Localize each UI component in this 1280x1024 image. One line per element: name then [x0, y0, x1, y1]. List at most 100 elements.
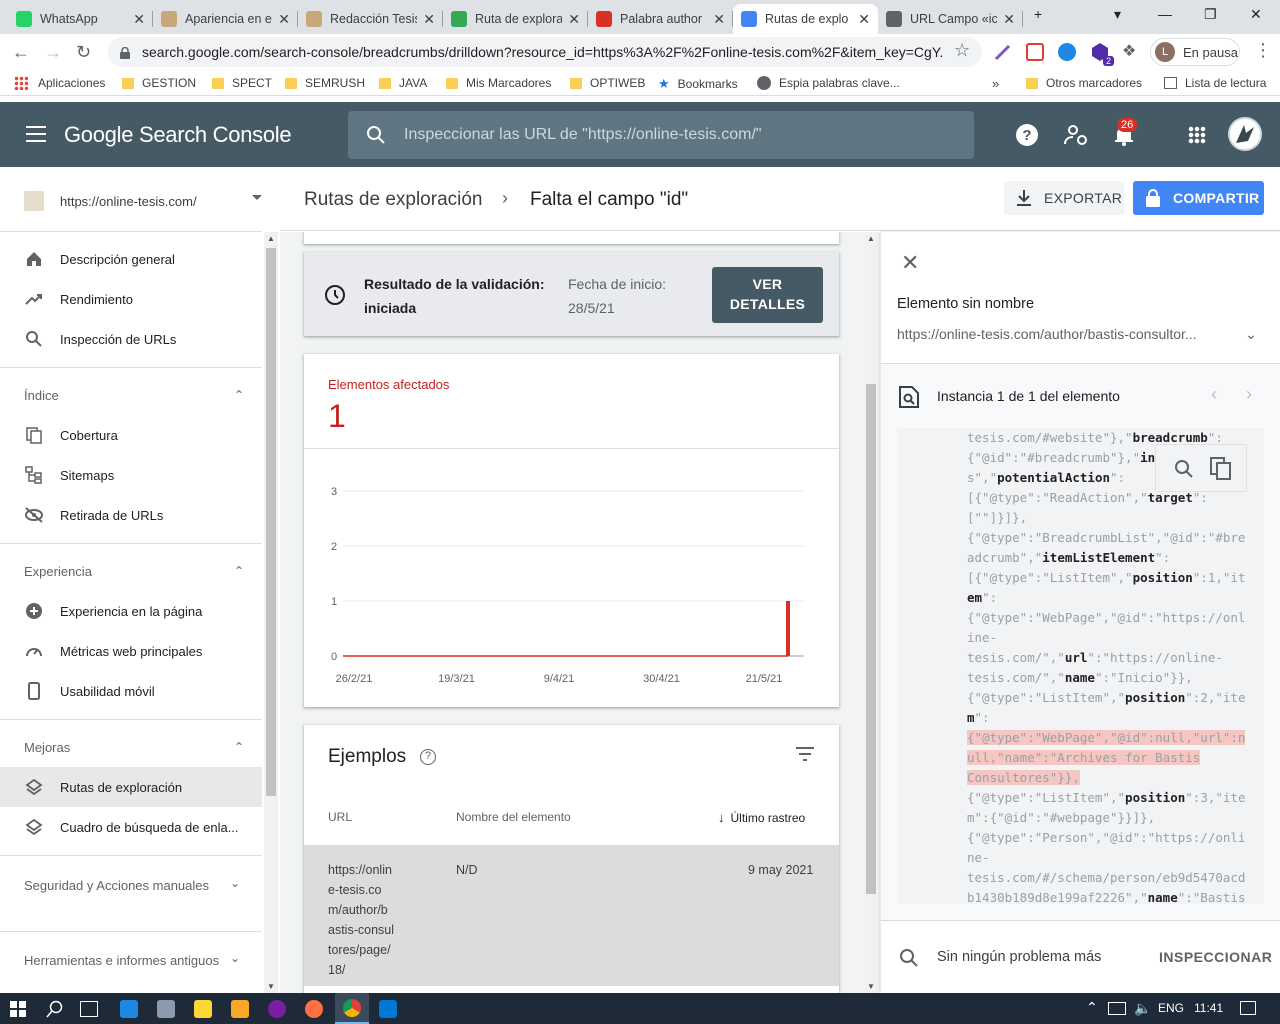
hamburger-menu-icon[interactable]	[26, 126, 46, 142]
bookmark-java[interactable]: JAVA	[379, 76, 427, 90]
nav-rendimiento[interactable]: Rendimiento	[0, 279, 262, 319]
nav-cobertura[interactable]: Cobertura	[0, 415, 262, 455]
extension-hex-icon[interactable]: 2	[1090, 42, 1114, 66]
gsc-brand[interactable]: Google Search Console	[64, 122, 292, 148]
close-window-icon[interactable]: ✕	[1250, 6, 1262, 23]
tab-close-icon[interactable]: ✕	[133, 11, 145, 28]
extension-globe-icon[interactable]	[1058, 43, 1076, 61]
forward-icon[interactable]: →	[44, 42, 62, 63]
taskbar-notes-icon[interactable]	[194, 1000, 212, 1018]
main-scrollbar[interactable]: ▲ ▼	[864, 232, 878, 993]
code-viewer[interactable]: tesis.com/#website"},"breadcrumb": {"@id"…	[897, 428, 1264, 904]
bookmark-mis-marcadores[interactable]: Mis Marcadores	[446, 76, 551, 90]
bookmarks-overflow-icon[interactable]: »	[992, 76, 999, 91]
back-icon[interactable]: ←	[12, 42, 30, 63]
bookmark-optiweb[interactable]: OPTIWEB	[570, 76, 645, 90]
close-icon[interactable]: ✕	[901, 252, 919, 274]
minimize-icon[interactable]: —	[1158, 6, 1172, 22]
browser-tab[interactable]: Rutas de explo ✕	[733, 4, 878, 34]
tab-close-icon[interactable]: ✕	[713, 11, 725, 28]
bookmark-gestion[interactable]: GESTION	[122, 76, 196, 90]
tab-close-icon[interactable]: ✕	[1003, 11, 1015, 28]
column-header-url[interactable]: URL	[328, 810, 352, 824]
bookmark-spect[interactable]: SPECT	[212, 76, 272, 90]
bookmark-espia[interactable]: Espia palabras clave...	[757, 76, 900, 90]
scroll-up-icon[interactable]: ▲	[867, 234, 875, 243]
nav-descripcion-general[interactable]: Descripción general	[0, 239, 262, 279]
star-icon[interactable]: ☆	[954, 40, 970, 61]
section-herramientas[interactable]: Herramientas e informes antiguos	[24, 951, 224, 971]
chevron-down-icon[interactable]: ⌄	[1245, 326, 1257, 343]
nav-metricas-web[interactable]: Métricas web principales	[0, 631, 262, 671]
chevron-left-icon[interactable]: ‹	[1211, 384, 1217, 405]
scrollbar-thumb[interactable]	[866, 384, 876, 894]
column-header-name[interactable]: Nombre del elemento	[456, 810, 571, 824]
help-icon[interactable]: ?	[1016, 124, 1038, 146]
table-row[interactable]: https://onlin e-tesis.co m/author/b asti…	[304, 846, 839, 986]
section-experiencia[interactable]: Experiencia ⌃	[24, 564, 244, 579]
scrollbar-thumb[interactable]	[266, 248, 276, 796]
section-mejoras[interactable]: Mejoras ⌃	[24, 740, 244, 755]
extensions-puzzle-icon[interactable]: ❖	[1122, 41, 1136, 61]
section-indice[interactable]: Índice ⌃	[24, 388, 244, 403]
chevron-right-icon[interactable]: ›	[1246, 384, 1252, 405]
nav-inspeccion-urls[interactable]: Inspección de URLs	[0, 319, 262, 359]
chevron-up-icon[interactable]: ⌃	[1086, 999, 1098, 1016]
browser-tab[interactable]: Ruta de explora ✕	[443, 4, 588, 34]
filter-icon[interactable]	[796, 747, 814, 761]
taskbar-folder-icon[interactable]	[231, 1000, 249, 1018]
tab-search-icon[interactable]: ▾	[1114, 6, 1121, 23]
nav-usabilidad-movil[interactable]: Usabilidad móvil	[0, 671, 262, 711]
share-button[interactable]: COMPARTIR	[1133, 181, 1264, 215]
search-icon[interactable]	[1174, 459, 1194, 479]
url-inspection-search[interactable]: Inspeccionar las URL de "https://online-…	[348, 111, 974, 159]
bookmark-lista-lectura[interactable]: Lista de lectura	[1164, 76, 1266, 90]
volume-icon[interactable]: 🔈	[1134, 1000, 1151, 1017]
nav-experiencia-pagina[interactable]: Experiencia en la página	[0, 591, 262, 631]
search-icon[interactable]	[46, 1000, 64, 1018]
scroll-down-icon[interactable]: ▼	[867, 982, 875, 991]
property-selector[interactable]: https://online-tesis.com/	[24, 189, 263, 213]
browser-tab[interactable]: Redacción Tesis ✕	[298, 4, 443, 34]
profile-button[interactable]: L En pausa	[1150, 38, 1240, 66]
scroll-down-icon[interactable]: ▼	[267, 982, 275, 991]
section-seguridad[interactable]: Seguridad y Acciones manuales	[24, 876, 224, 896]
nav-sitemaps[interactable]: Sitemaps	[0, 455, 262, 495]
nav-cuadro-busqueda[interactable]: Cuadro de búsqueda de enla...	[0, 807, 262, 847]
browser-tab[interactable]: Apariencia en e ✕	[153, 4, 298, 34]
new-tab-icon[interactable]: +	[1034, 6, 1042, 22]
bookmark-apps[interactable]: Aplicaciones	[14, 76, 105, 90]
inspect-button[interactable]: INSPECCIONAR	[1159, 949, 1272, 965]
bookmark-semrush[interactable]: SEMRUSH	[285, 76, 365, 90]
taskbar-app-icon[interactable]	[157, 1000, 175, 1018]
address-bar[interactable]: search.google.com/search-console/breadcr…	[108, 37, 982, 67]
restore-icon[interactable]: ❐	[1204, 6, 1217, 23]
extension-pen-icon[interactable]	[994, 43, 1012, 61]
account-avatar[interactable]	[1228, 117, 1262, 151]
tab-close-icon[interactable]: ✕	[858, 11, 870, 28]
reload-icon[interactable]: ↻	[76, 42, 91, 63]
bookmark-otros[interactable]: Otros marcadores	[1026, 76, 1142, 90]
task-view-icon[interactable]	[80, 1001, 98, 1017]
browser-tab[interactable]: URL Campo «ic ✕	[878, 4, 1023, 34]
clock-time[interactable]: 11:41	[1194, 1001, 1223, 1015]
copy-icon[interactable]	[1210, 457, 1232, 481]
taskbar-firefox-icon[interactable]	[305, 1000, 323, 1018]
tab-close-icon[interactable]: ✕	[423, 11, 435, 28]
apps-grid-icon[interactable]	[1188, 126, 1206, 144]
windows-start-icon[interactable]	[10, 1001, 26, 1017]
browser-tab[interactable]: WhatsApp ✕	[8, 4, 153, 34]
column-header-date[interactable]: ↓ Último rastreo	[718, 810, 805, 825]
chart-bar[interactable]	[786, 601, 790, 656]
nav-retirada-urls[interactable]: Retirada de URLs	[0, 495, 262, 535]
admin-settings-icon[interactable]	[1064, 124, 1088, 146]
menu-kebab-icon[interactable]: ⋮	[1254, 40, 1272, 61]
language-indicator[interactable]: ENG	[1158, 1001, 1184, 1015]
taskbar-chrome-active[interactable]	[335, 993, 369, 1024]
breadcrumb-parent[interactable]: Rutas de exploración	[304, 189, 483, 211]
tab-close-icon[interactable]: ✕	[568, 11, 580, 28]
extension-calendar-icon[interactable]	[1026, 43, 1044, 61]
network-icon[interactable]	[1108, 1002, 1126, 1015]
nav-scrollbar[interactable]: ▲ ▼	[264, 232, 278, 993]
browser-tab[interactable]: Palabra author ✕	[588, 4, 733, 34]
